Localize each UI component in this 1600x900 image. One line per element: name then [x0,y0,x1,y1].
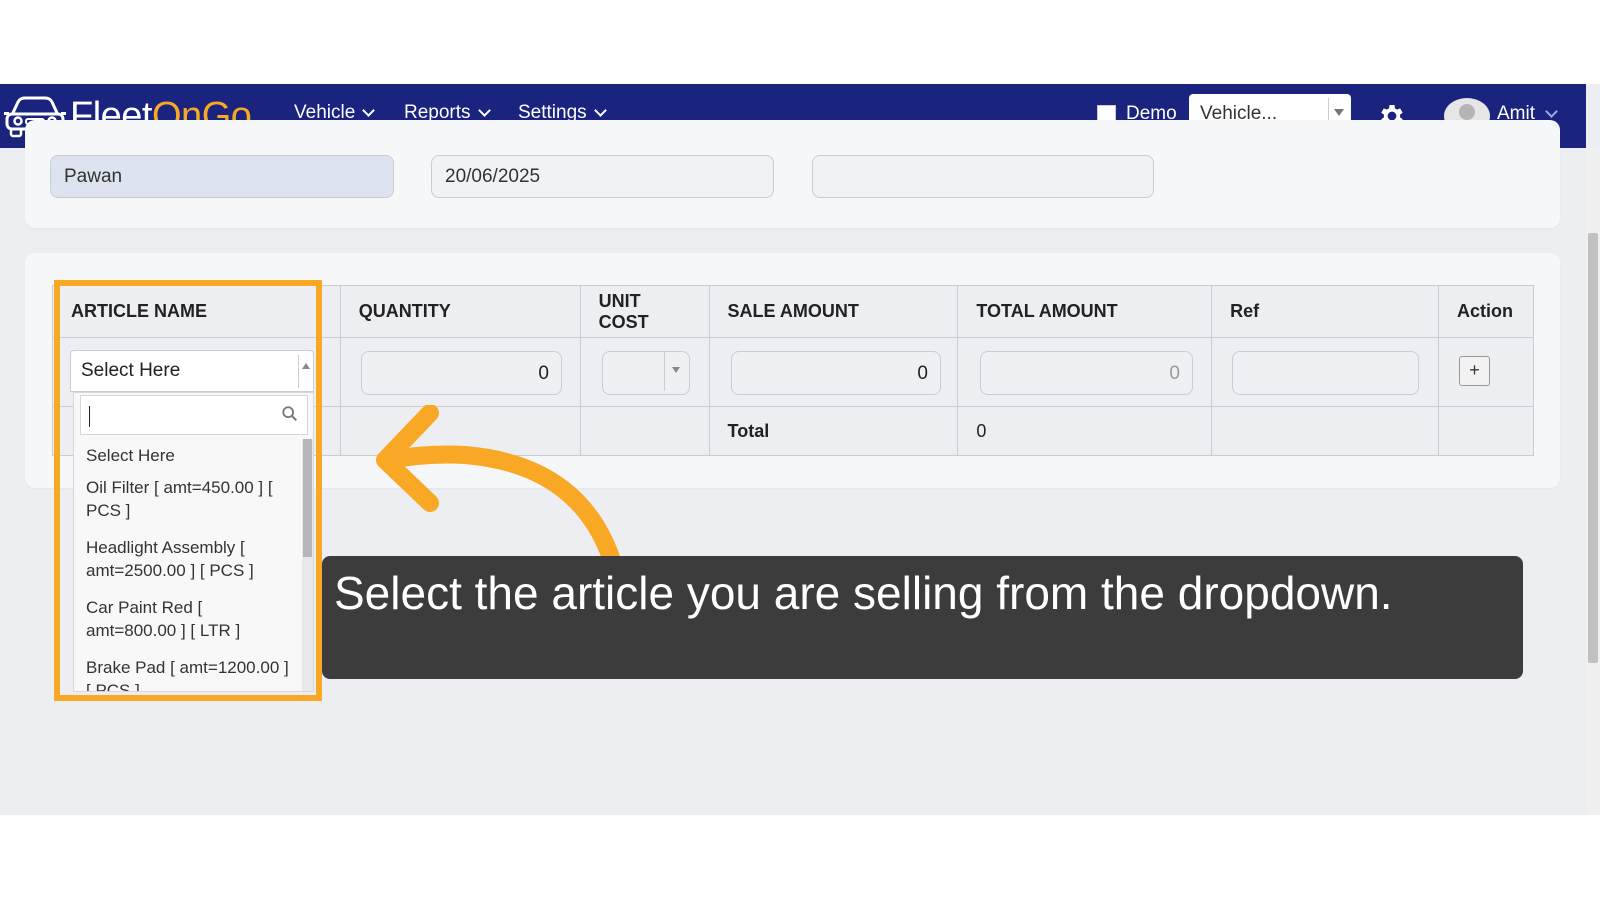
ref-input[interactable] [1232,351,1419,395]
total-label: Total [708,406,959,456]
total-amount-input: 0 [980,351,1193,395]
tutorial-tooltip: Select the article you are selling from … [322,556,1523,679]
article-dropdown-panel: Select Here Oil Filter [ amt=450.00 ] [ … [73,392,314,692]
header-ref: Ref [1211,285,1439,338]
dropdown-options-list: Select Here Oil Filter [ amt=450.00 ] [ … [74,441,302,691]
caret-down-icon [672,367,680,373]
total-amount-value: 0 [1169,363,1180,384]
sale-amount-value: 0 [917,363,928,384]
dropdown-search-input[interactable] [80,395,308,435]
search-icon [282,406,298,422]
dropdown-option[interactable]: Oil Filter [ amt=450.00 ] [ PCS ] [74,473,302,525]
article-select[interactable]: Select Here [70,350,314,392]
header-unit-cost: UNIT COST [579,285,710,338]
customer-name-value: Pawan [64,166,123,187]
text-cursor [89,406,90,427]
third-field[interactable] [812,155,1154,198]
table-header-row: ARTICLE NAME QUANTITY UNIT COST SALE AMO… [52,285,1535,338]
chevron-down-icon [477,104,491,117]
total-cell-empty [579,406,710,456]
select-separator [298,355,299,388]
header-quantity: QUANTITY [339,285,581,338]
page-scrollbar-thumb[interactable] [1588,233,1598,663]
article-select-value: Select Here [81,360,181,381]
add-row-button[interactable]: + [1459,356,1490,386]
dropdown-scrollbar-thumb[interactable] [303,439,312,557]
header-total-amount: TOTAL AMOUNT [957,285,1213,338]
dropdown-scrollbar[interactable] [302,439,313,691]
sale-amount-input[interactable]: 0 [731,351,941,395]
customer-name-field[interactable]: Pawan [50,155,394,198]
quantity-input[interactable]: 0 [361,351,562,395]
page-scrollbar[interactable] [1586,148,1600,815]
quantity-value: 0 [538,363,549,384]
dropdown-option[interactable]: Select Here [74,441,302,473]
dropdown-option[interactable]: Car Paint Red [ amt=800.00 ] [ LTR ] [74,593,302,645]
total-value: 0 [957,406,1213,456]
select-separator [664,351,665,391]
date-value: 20/06/2025 [445,166,541,187]
total-cell-empty [339,406,581,456]
header-article-name: ARTICLE NAME [52,285,341,338]
chevron-down-icon [1545,105,1558,118]
chevron-down-icon [362,104,376,117]
dropdown-option[interactable]: Brake Pad [ amt=1200.00 ] [ PCS ] [74,653,302,691]
total-cell-empty [1437,406,1535,456]
caret-up-icon [302,363,310,369]
header-sale-amount: SALE AMOUNT [708,285,959,338]
unit-cost-select[interactable] [602,351,690,395]
header-action: Action [1437,285,1535,338]
tooltip-text: Select the article you are selling from … [334,567,1393,619]
total-cell-empty [1211,406,1439,456]
chevron-down-icon [593,104,607,117]
caret-down-icon [1334,109,1344,116]
date-field[interactable]: 20/06/2025 [431,155,774,198]
dropdown-option[interactable]: Headlight Assembly [ amt=2500.00 ] [ PCS… [74,533,302,585]
